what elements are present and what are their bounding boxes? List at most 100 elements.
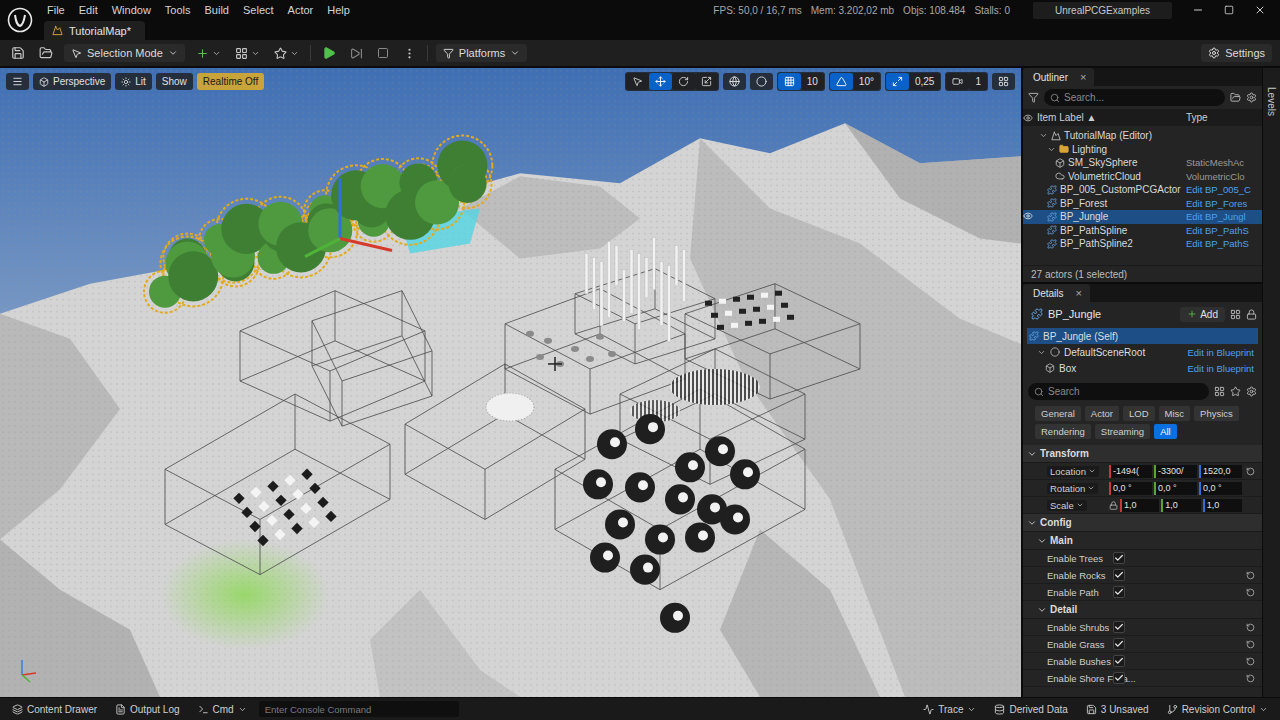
skip-button[interactable] bbox=[347, 45, 366, 62]
save-button[interactable] bbox=[8, 44, 28, 62]
view-option-button[interactable]: Show bbox=[156, 73, 193, 90]
checkbox[interactable] bbox=[1113, 552, 1125, 564]
status-button[interactable]: Content Drawer bbox=[6, 702, 103, 717]
status-button[interactable]: Revision Control bbox=[1161, 702, 1274, 717]
reset-icon[interactable] bbox=[1246, 623, 1255, 632]
checkbox[interactable] bbox=[1113, 655, 1125, 667]
vector-field[interactable]: 1520,0 bbox=[1199, 465, 1242, 478]
vector-field[interactable]: -3300/ bbox=[1154, 465, 1197, 478]
menu-item[interactable]: Edit bbox=[72, 4, 105, 16]
expand-icon[interactable] bbox=[1047, 145, 1056, 154]
details-search[interactable]: Search bbox=[1028, 383, 1209, 400]
outliner-row[interactable]: VolumetricCloudVolumetricClo bbox=[1023, 170, 1262, 184]
surface-snap-button[interactable] bbox=[750, 73, 773, 90]
transform-tool-button[interactable] bbox=[672, 73, 695, 90]
filter-tab[interactable]: All bbox=[1154, 424, 1177, 439]
viewport-menu-button[interactable] bbox=[6, 73, 29, 90]
edit-in-blueprint-link[interactable]: Edit in Blueprint bbox=[1187, 363, 1254, 374]
level-viewport[interactable]: PerspectiveLitShowRealtime Off1010°0,251 bbox=[0, 68, 1021, 697]
filter-tab[interactable]: Actor bbox=[1085, 406, 1119, 421]
checkbox[interactable] bbox=[1113, 638, 1125, 650]
close-button[interactable]: × bbox=[1080, 71, 1086, 83]
menu-item[interactable]: Actor bbox=[281, 4, 321, 16]
status-button[interactable]: 3 Unsaved bbox=[1080, 702, 1155, 717]
cinematics-button[interactable] bbox=[271, 45, 302, 62]
minimize-icon[interactable] bbox=[1192, 4, 1204, 16]
snap-value[interactable]: 10° bbox=[853, 73, 880, 90]
snap-toggle[interactable] bbox=[886, 73, 909, 90]
transform-tool-button[interactable] bbox=[695, 73, 718, 90]
vector-field[interactable]: 1,0 bbox=[1161, 499, 1200, 512]
reset-icon[interactable] bbox=[1246, 674, 1255, 683]
play-button[interactable] bbox=[319, 44, 339, 62]
reset-icon[interactable] bbox=[1246, 467, 1255, 476]
add-component-button[interactable]: Add bbox=[1180, 307, 1225, 322]
status-button[interactable]: Derived Data bbox=[988, 702, 1073, 717]
platforms-dropdown[interactable]: Platforms bbox=[436, 44, 527, 62]
vector-field[interactable]: -1494( bbox=[1109, 465, 1152, 478]
logo[interactable] bbox=[0, 0, 40, 40]
view-options-icon[interactable] bbox=[1214, 386, 1225, 397]
transform-gizmo[interactable] bbox=[305, 178, 392, 256]
vector-field[interactable]: 0,0 ° bbox=[1199, 482, 1242, 495]
menu-item[interactable]: Help bbox=[320, 4, 357, 16]
snap-toggle[interactable] bbox=[830, 73, 853, 90]
browse-button[interactable] bbox=[36, 44, 56, 62]
pcg-volume-box[interactable] bbox=[240, 291, 425, 421]
document-tab[interactable]: TutorialMap* bbox=[44, 21, 145, 40]
checkbox[interactable] bbox=[1113, 672, 1125, 684]
status-button[interactable]: Trace bbox=[917, 702, 982, 717]
transform-mode-dropdown[interactable]: Location bbox=[1047, 466, 1099, 477]
visibility-icon[interactable] bbox=[1023, 211, 1033, 221]
status-button[interactable]: Cmd bbox=[192, 702, 253, 717]
transform-mode-dropdown[interactable]: Rotation bbox=[1047, 483, 1098, 494]
console-input[interactable]: Enter Console Command bbox=[259, 701, 459, 717]
pcg-volume-box[interactable] bbox=[555, 389, 805, 590]
expand-icon[interactable] bbox=[1039, 131, 1048, 140]
pcg-volume-box[interactable] bbox=[312, 291, 432, 426]
reset-icon[interactable] bbox=[1246, 588, 1255, 597]
view-option-button[interactable]: Lit bbox=[115, 73, 152, 90]
component-row[interactable]: BP_Jungle (Self) bbox=[1027, 328, 1258, 344]
mode-dropdown[interactable]: Selection Mode bbox=[64, 44, 185, 62]
snap-value[interactable]: 0,25 bbox=[909, 73, 940, 90]
vector-field[interactable]: 0,0 ° bbox=[1154, 482, 1197, 495]
favorites-icon[interactable] bbox=[1230, 386, 1241, 397]
menu-item[interactable]: Build bbox=[198, 4, 236, 16]
snap-toggle[interactable] bbox=[778, 73, 801, 90]
snap-control[interactable]: 1 bbox=[945, 72, 988, 91]
blueprint-button[interactable] bbox=[232, 45, 263, 62]
group-header[interactable]: Detail bbox=[1023, 601, 1262, 619]
outliner-search[interactable]: Search... bbox=[1044, 89, 1225, 106]
filter-tab[interactable]: Rendering bbox=[1035, 424, 1091, 439]
lock-icon[interactable] bbox=[1246, 309, 1257, 320]
snap-toggle[interactable] bbox=[946, 73, 969, 90]
outliner-tab[interactable]: Outliner× bbox=[1023, 68, 1094, 86]
outliner-row[interactable]: BP_ForestEdit BP_Fores bbox=[1023, 197, 1262, 211]
ratio-lock-icon[interactable] bbox=[1109, 501, 1118, 510]
checkbox[interactable] bbox=[1113, 569, 1125, 581]
snap-value[interactable]: 1 bbox=[969, 73, 987, 90]
jungle-trees[interactable] bbox=[144, 135, 492, 312]
edit-in-blueprint-link[interactable]: Edit in Blueprint bbox=[1187, 347, 1254, 358]
vector-field[interactable]: 1,0 bbox=[1120, 499, 1159, 512]
pcg-volume-box[interactable] bbox=[620, 349, 805, 484]
level-scene[interactable] bbox=[0, 68, 1021, 697]
view-option-button[interactable]: Realtime Off bbox=[197, 73, 264, 90]
actor-name[interactable]: BP_Jungle bbox=[1048, 308, 1175, 320]
gear-icon[interactable] bbox=[1246, 386, 1257, 397]
filter-tab[interactable]: Streaming bbox=[1095, 424, 1150, 439]
outliner-row[interactable]: SM_SkySphereStaticMeshAc bbox=[1023, 156, 1262, 170]
layout-button[interactable] bbox=[992, 73, 1015, 90]
reset-icon[interactable] bbox=[1246, 657, 1255, 666]
play-options-button[interactable] bbox=[400, 45, 419, 62]
add-actor-button[interactable] bbox=[193, 45, 224, 62]
filter-icon[interactable] bbox=[1028, 92, 1039, 103]
filter-tab[interactable]: LOD bbox=[1123, 406, 1155, 421]
expand-icon[interactable] bbox=[1037, 348, 1046, 357]
vector-field[interactable]: 0,0 ° bbox=[1109, 482, 1152, 495]
outliner-row[interactable]: Lighting bbox=[1023, 143, 1262, 157]
snap-control[interactable]: 10 bbox=[777, 72, 825, 91]
outliner-row[interactable]: BP_JungleEdit BP_Jungl bbox=[1023, 210, 1262, 224]
filter-tab[interactable]: General bbox=[1035, 406, 1081, 421]
